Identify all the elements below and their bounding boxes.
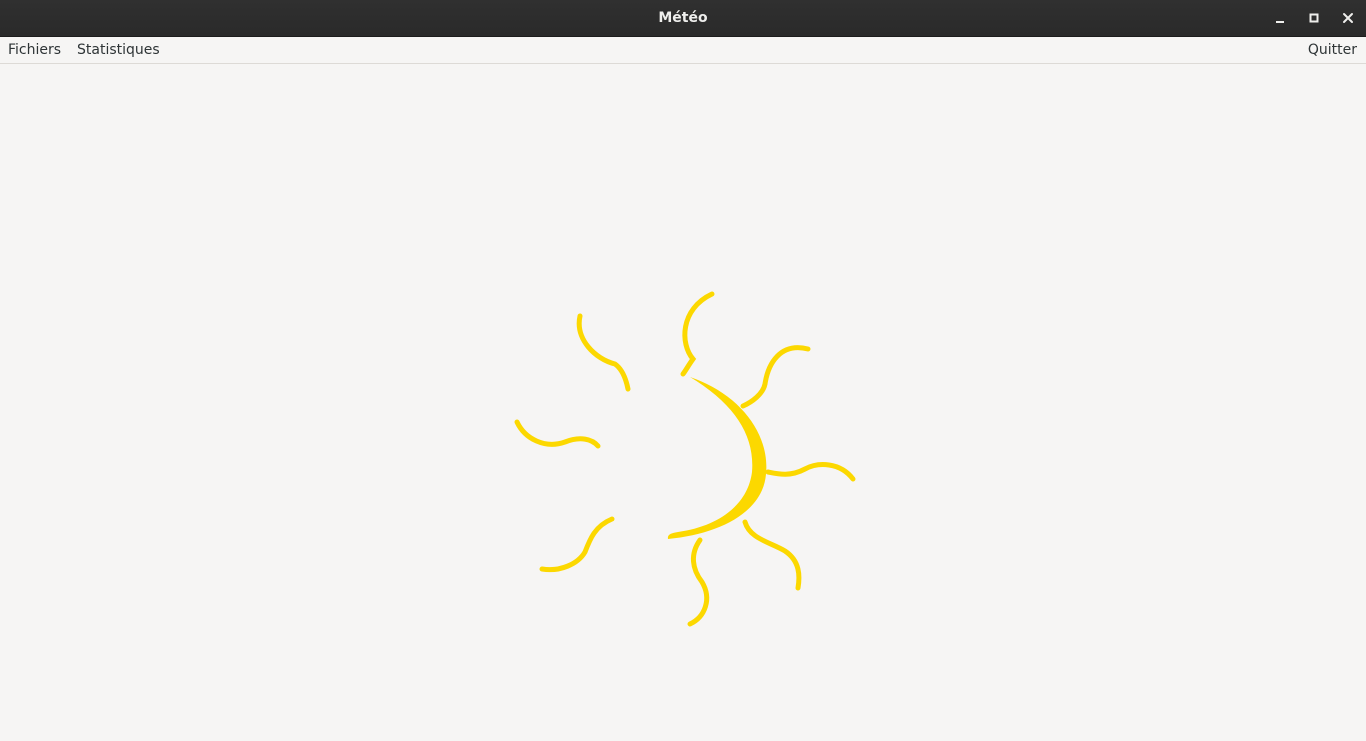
close-button[interactable] bbox=[1338, 8, 1358, 28]
sun-ray bbox=[687, 537, 710, 627]
main-content bbox=[0, 64, 1366, 741]
minimize-icon bbox=[1276, 21, 1284, 23]
menu-quitter[interactable]: Quitter bbox=[1308, 37, 1357, 63]
menu-bar: Fichiers Statistiques Quitter bbox=[0, 37, 1366, 64]
maximize-button[interactable] bbox=[1304, 8, 1324, 28]
sun-ray bbox=[539, 516, 615, 573]
app-window: Météo Fichiers Statistiques Quitter bbox=[0, 0, 1366, 741]
sun-ray bbox=[742, 519, 802, 591]
maximize-icon bbox=[1309, 13, 1319, 23]
sun-spinner-icon bbox=[514, 291, 856, 627]
sun-ray bbox=[740, 345, 811, 409]
minimize-button[interactable] bbox=[1270, 8, 1290, 28]
sun-ray bbox=[576, 313, 631, 392]
sun-ray bbox=[514, 419, 601, 449]
close-icon bbox=[1343, 13, 1353, 23]
menu-fichiers[interactable]: Fichiers bbox=[8, 37, 61, 63]
menu-statistiques[interactable]: Statistiques bbox=[77, 37, 160, 63]
title-bar[interactable]: Météo bbox=[0, 0, 1366, 37]
window-title: Météo bbox=[658, 10, 708, 26]
sun-ray bbox=[765, 462, 856, 482]
sun-ray bbox=[680, 291, 715, 377]
